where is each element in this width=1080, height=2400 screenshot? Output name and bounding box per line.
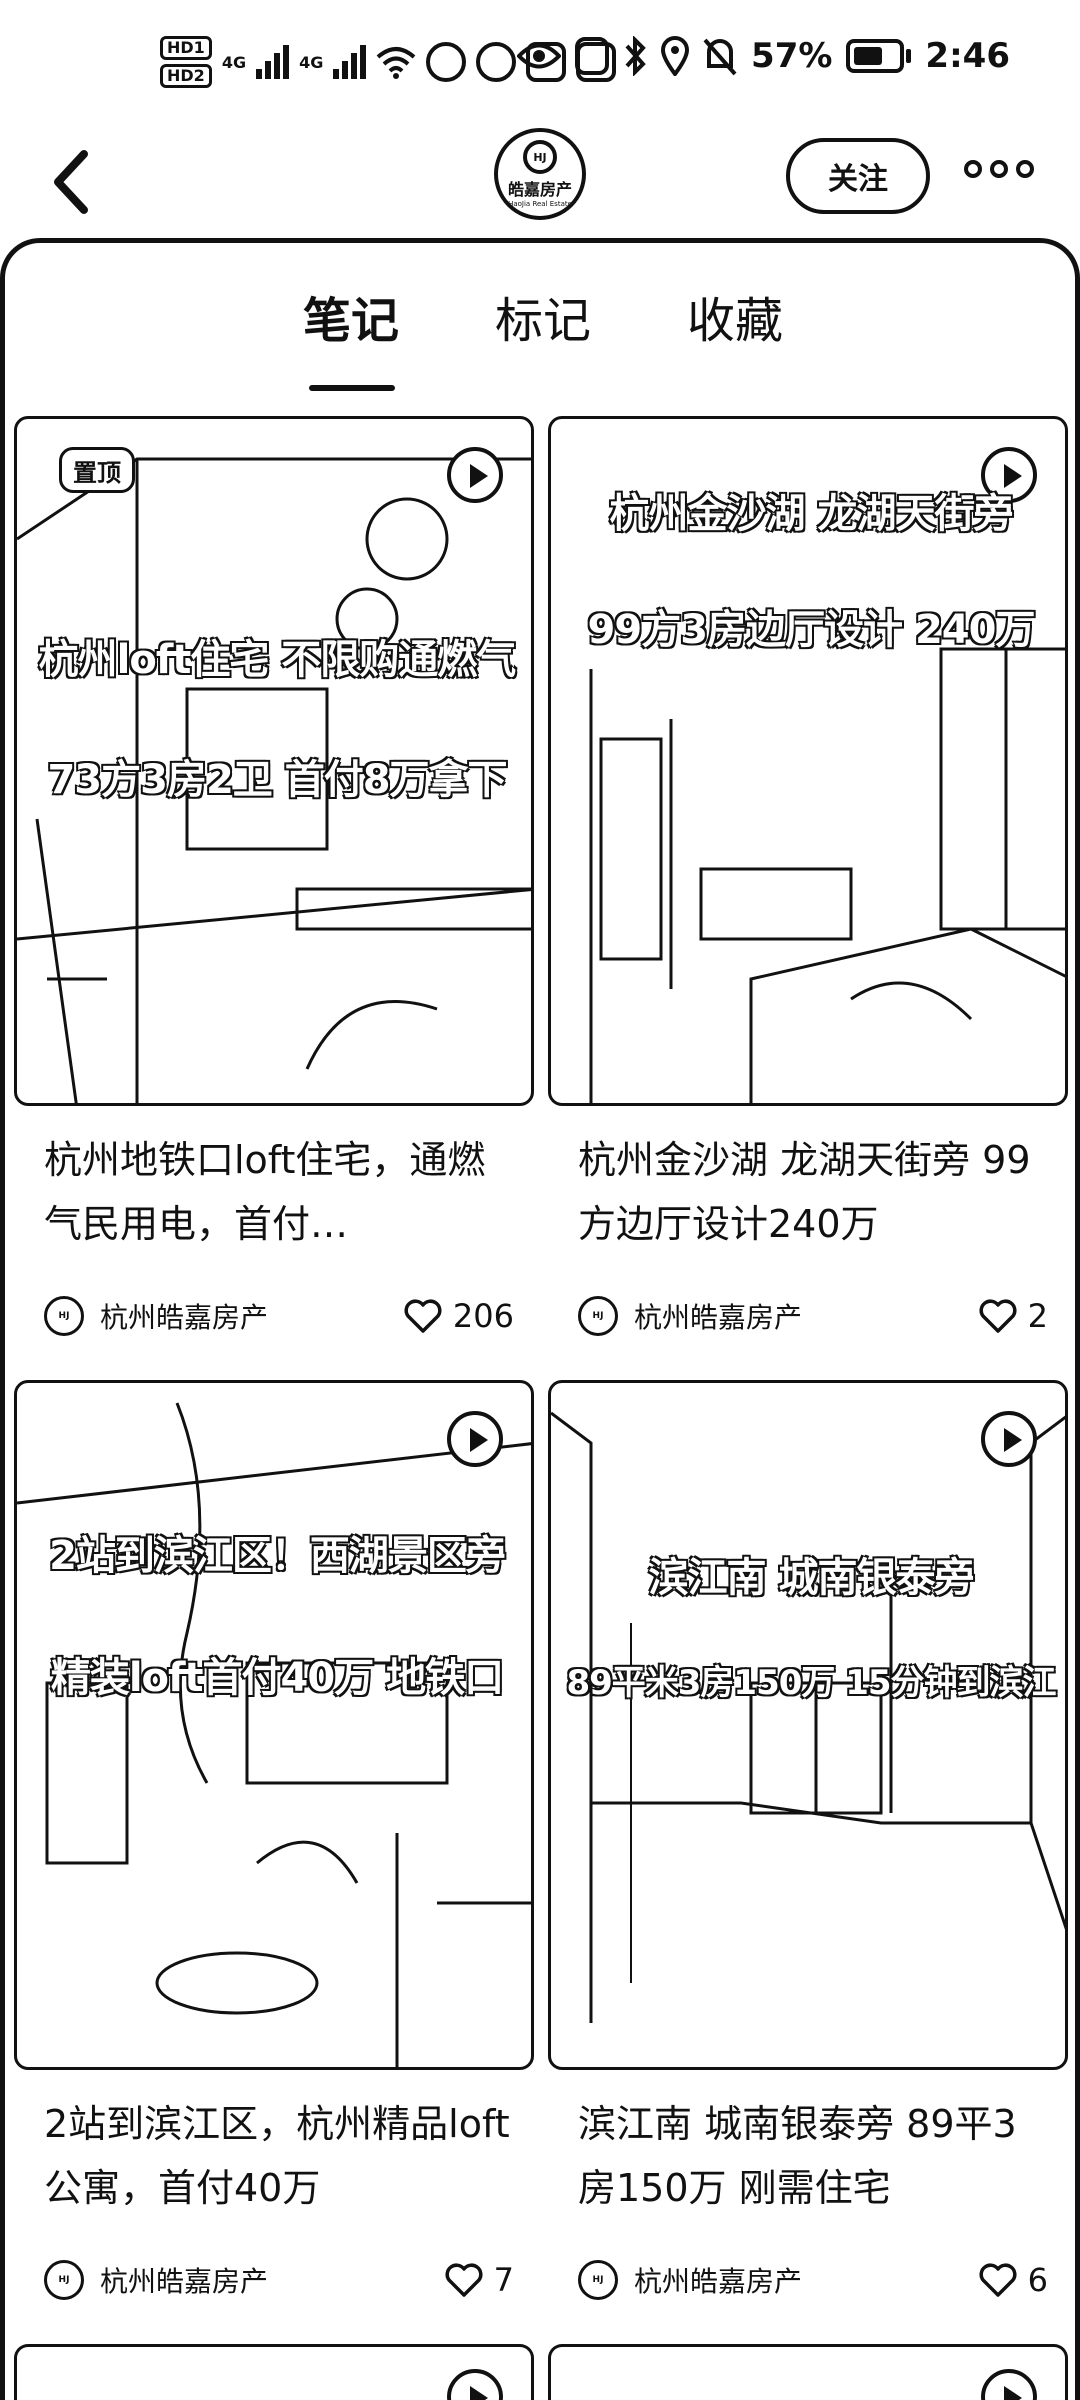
like-button[interactable]: 206 <box>403 1297 514 1335</box>
note-meta: HJ 杭州皓嘉房产 206 <box>44 1288 514 1344</box>
pinned-badge: 置顶 <box>59 447 135 493</box>
heart-icon <box>979 2263 1017 2297</box>
status-bar: HD1 HD2 4G 4G 57% 2:46 <box>0 0 1080 130</box>
tab-marks[interactable]: 标记 <box>495 281 591 351</box>
play-icon <box>447 1411 503 1467</box>
logo-subtext: HaoJia Real Estate <box>508 200 572 208</box>
cover-caption-line1: 杭州金沙湖 龙湖天街旁 <box>609 490 1015 538</box>
heart-icon <box>979 1299 1017 1333</box>
nfc-icon <box>575 37 610 75</box>
wifi-icon <box>377 47 416 79</box>
status-right: 57% 2:46 <box>517 36 1010 76</box>
note-title[interactable]: 2站到滨江区，杭州精品loft公寓，首付40万 <box>44 2092 514 2220</box>
mute-bell-icon <box>703 38 737 76</box>
follow-button[interactable]: 关注 <box>786 138 930 214</box>
wechat-icon <box>426 42 467 82</box>
bluetooth-icon <box>625 36 646 76</box>
cover-caption-line2: 精装loft首付40万 地铁口 <box>50 1654 505 1702</box>
author-avatar[interactable]: HJ <box>578 2260 618 2300</box>
like-count: 6 <box>1027 2261 1048 2299</box>
location-icon <box>661 36 690 76</box>
note-card-partial[interactable] <box>548 2344 1068 2400</box>
hd1-label: HD1 <box>160 36 212 60</box>
back-arrow-icon[interactable] <box>44 142 104 222</box>
battery-icon <box>846 39 912 73</box>
like-count: 7 <box>493 2261 514 2299</box>
signal-icon-1 <box>256 45 290 79</box>
active-tab-indicator <box>309 385 395 391</box>
like-button[interactable]: 7 <box>444 2261 514 2299</box>
author-avatar[interactable]: HJ <box>44 2260 84 2300</box>
note-title[interactable]: 滨江南 城南银泰旁 89平3房150万 刚需住宅 <box>578 2092 1048 2220</box>
more-options-icon[interactable] <box>964 160 1034 178</box>
note-card-partial[interactable] <box>14 2344 534 2400</box>
network-type-1: 4G <box>221 52 247 72</box>
play-icon <box>981 2369 1037 2400</box>
tab-notes[interactable]: 笔记 <box>303 281 399 351</box>
cover-caption-line2: 99方3房边厅设计 240万 <box>587 606 1037 654</box>
eye-icon <box>517 43 562 69</box>
room-illustration <box>17 1402 531 2067</box>
note-cover-image[interactable]: 滨江南 城南银泰旁 89平米3房150万 15分钟到滨江 <box>548 1380 1068 2070</box>
author-name[interactable]: 杭州皓嘉房产 <box>634 2260 978 2300</box>
cover-caption-line1: 杭州loft住宅 不限购通燃气 <box>38 636 518 684</box>
cover-caption-line1: 滨江南 城南银泰旁 <box>648 1554 976 1602</box>
heart-icon <box>404 1299 442 1333</box>
author-name[interactable]: 杭州皓嘉房产 <box>634 1296 978 1336</box>
tab-favorites[interactable]: 收藏 <box>687 281 783 351</box>
note-meta: HJ 杭州皓嘉房产 6 <box>578 2252 1048 2308</box>
network-type-2: 4G <box>299 52 324 72</box>
note-title[interactable]: 杭州地铁口loft住宅，通燃气民用电，首付… <box>44 1128 514 1256</box>
note-title[interactable]: 杭州金沙湖 龙湖天街旁 99方边厅设计240万 <box>578 1128 1048 1256</box>
brand-logo[interactable]: HJ 皓嘉房产 HaoJia Real Estate <box>494 128 586 220</box>
signal-icon-2 <box>333 45 367 79</box>
cover-caption-line1: 2站到滨江区！西湖景区旁 <box>48 1532 507 1580</box>
logo-mark: HJ <box>523 140 557 174</box>
author-name[interactable]: 杭州皓嘉房产 <box>100 1296 403 1336</box>
note-meta: HJ 杭州皓嘉房产 2 <box>578 1288 1048 1344</box>
tab-bar: 笔记 标记 收藏 <box>5 281 1075 391</box>
heart-icon <box>445 2263 483 2297</box>
play-icon <box>447 2369 503 2400</box>
like-count: 206 <box>452 1297 514 1335</box>
like-button[interactable]: 2 <box>978 1297 1048 1335</box>
cover-caption-line2: 73方3房2卫 首付8万拿下 <box>46 756 508 804</box>
like-count: 2 <box>1027 1297 1048 1335</box>
note-cover-image[interactable]: 杭州金沙湖 龙湖天街旁 99方3房边厅设计 240万 <box>548 416 1068 1106</box>
profile-header: HJ 皓嘉房产 HaoJia Real Estate 关注 <box>0 120 1080 240</box>
note-cover-image[interactable]: 置顶 杭州loft住宅 不限购通燃气 73方3房2卫 首付8万拿下 <box>14 416 534 1106</box>
like-button[interactable]: 6 <box>978 2261 1048 2299</box>
author-avatar[interactable]: HJ <box>578 1296 618 1336</box>
hd2-label: HD2 <box>160 64 212 88</box>
play-icon <box>981 1411 1037 1467</box>
author-avatar[interactable]: HJ <box>44 1296 84 1336</box>
battery-percent: 57% <box>751 36 833 76</box>
cover-caption-line2: 89平米3房150万 15分钟到滨江 <box>565 1662 1057 1704</box>
author-name[interactable]: 杭州皓嘉房产 <box>100 2260 444 2300</box>
hd-indicator: HD1 HD2 <box>160 36 212 88</box>
note-cover-image[interactable]: 2站到滨江区！西湖景区旁 精装loft首付40万 地铁口 <box>14 1380 534 2070</box>
note-meta: HJ 杭州皓嘉房产 7 <box>44 2252 514 2308</box>
clock: 2:46 <box>925 36 1010 76</box>
cloud-icon <box>476 42 517 82</box>
play-icon <box>447 447 503 503</box>
logo-text: 皓嘉房产 <box>507 180 572 199</box>
room-illustration <box>551 1411 1065 2023</box>
